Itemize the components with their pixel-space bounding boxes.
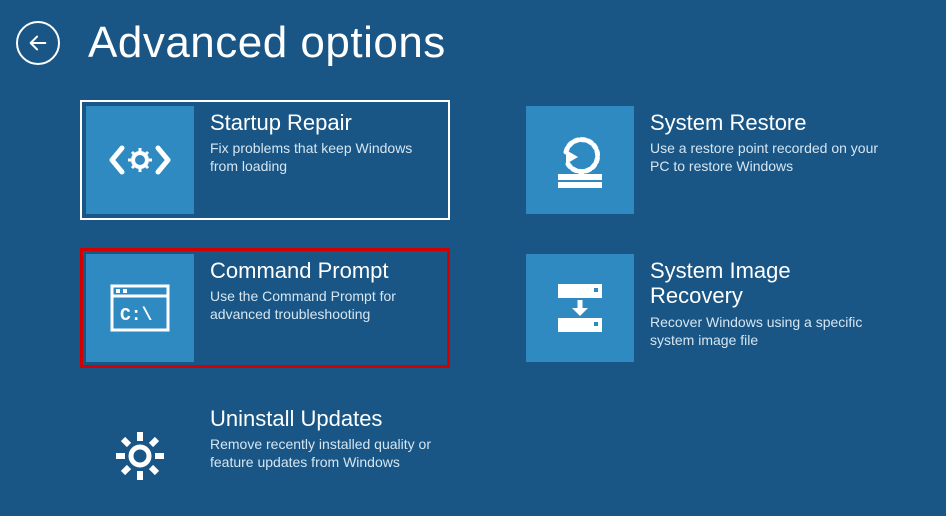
tile-icon-box [86, 106, 194, 214]
tile-text: System Image Recovery Recover Windows us… [634, 254, 884, 362]
tile-system-restore[interactable]: System Restore Use a restore point recor… [520, 100, 890, 220]
svg-text:C:\: C:\ [120, 306, 153, 326]
header: Advanced options [0, 0, 946, 68]
tile-text: Uninstall Updates Remove recently instal… [194, 402, 444, 510]
tile-title: Uninstall Updates [210, 406, 444, 431]
tile-description: Remove recently installed quality or fea… [210, 435, 444, 471]
startup-repair-icon [106, 136, 174, 184]
command-prompt-icon: C:\ [108, 282, 172, 334]
options-grid: Startup Repair Fix problems that keep Wi… [0, 68, 946, 516]
back-button[interactable] [16, 21, 60, 65]
tile-icon-box: C:\ [86, 254, 194, 362]
page-title: Advanced options [88, 18, 446, 68]
tile-command-prompt[interactable]: C:\ Command Prompt Use the Command Promp… [80, 248, 450, 368]
tile-text: Startup Repair Fix problems that keep Wi… [194, 106, 444, 214]
tile-title: System Image Recovery [650, 258, 884, 309]
tile-title: Startup Repair [210, 110, 444, 135]
tile-system-image-recovery[interactable]: System Image Recovery Recover Windows us… [520, 248, 890, 368]
tile-text: System Restore Use a restore point recor… [634, 106, 884, 214]
gear-icon [112, 428, 168, 484]
tile-description: Fix problems that keep Windows from load… [210, 139, 444, 175]
system-restore-icon [548, 130, 612, 190]
arrow-left-icon [27, 32, 49, 54]
tile-uninstall-updates[interactable]: Uninstall Updates Remove recently instal… [80, 396, 450, 516]
system-image-recovery-icon [550, 278, 610, 338]
tile-icon-box [526, 254, 634, 362]
tile-description: Use the Command Prompt for advanced trou… [210, 287, 444, 323]
tile-description: Use a restore point recorded on your PC … [650, 139, 884, 175]
tile-title: System Restore [650, 110, 884, 135]
tile-title: Command Prompt [210, 258, 444, 283]
tile-icon-box [86, 402, 194, 510]
tile-text: Command Prompt Use the Command Prompt fo… [194, 254, 444, 362]
tile-icon-box [526, 106, 634, 214]
tile-description: Recover Windows using a specific system … [650, 313, 884, 349]
tile-startup-repair[interactable]: Startup Repair Fix problems that keep Wi… [80, 100, 450, 220]
